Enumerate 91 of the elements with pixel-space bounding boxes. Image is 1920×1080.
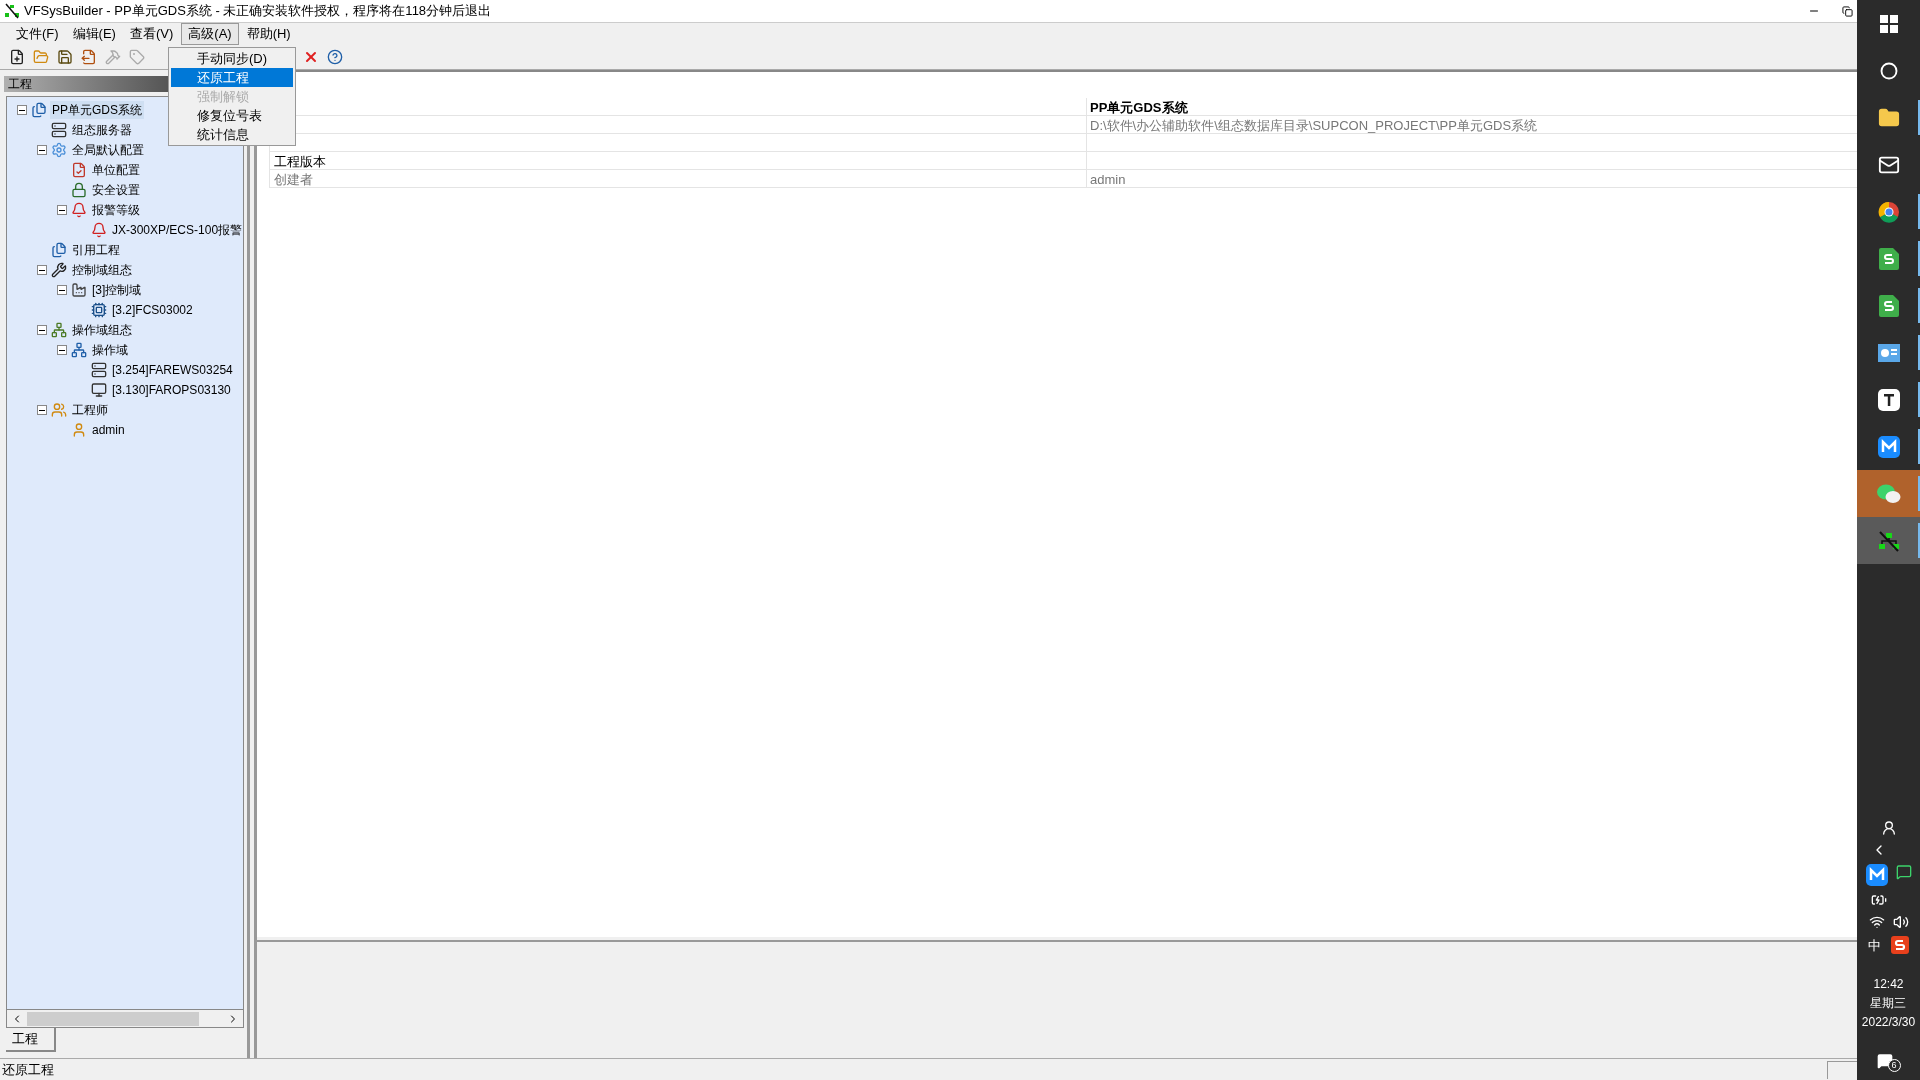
tree-item[interactable]: PP单元GDS系统 bbox=[50, 101, 144, 119]
restore-icon bbox=[1841, 5, 1853, 17]
volume-icon[interactable] bbox=[1892, 913, 1909, 930]
property-value: D:\软件\办公辅助软件\组态数据库目录\SUPCON_PROJECT\PP单元GDS系统 bbox=[1089, 117, 1538, 133]
chip-icon bbox=[91, 302, 107, 318]
ime-indicator[interactable]: 中 bbox=[1868, 935, 1881, 955]
new-file-icon bbox=[9, 48, 25, 65]
expand-toggle[interactable] bbox=[37, 325, 47, 335]
bell-icon bbox=[71, 202, 87, 218]
horizontal-scrollbar[interactable] bbox=[6, 1010, 244, 1028]
tree-item[interactable]: 操作域组态 bbox=[70, 321, 134, 339]
dropdown-item[interactable]: 统计信息 bbox=[171, 125, 293, 144]
tree-item[interactable]: admin bbox=[90, 421, 127, 439]
expand-toggle[interactable] bbox=[37, 145, 47, 155]
user-icon bbox=[71, 422, 87, 438]
hammer-icon bbox=[105, 48, 121, 65]
dropdown-item[interactable]: 修复位号表 bbox=[171, 106, 293, 125]
people-icon[interactable] bbox=[1880, 819, 1897, 836]
taskbar-app[interactable] bbox=[1857, 517, 1920, 564]
menu-item[interactable]: 编辑(E) bbox=[66, 22, 122, 45]
monitor-icon bbox=[91, 382, 107, 398]
expand-toggle[interactable] bbox=[17, 105, 27, 115]
notification-button[interactable]: 6 bbox=[1876, 1050, 1901, 1072]
property-value: PP单元GDS系统 bbox=[1089, 99, 1188, 115]
m-letter-icon bbox=[1877, 435, 1900, 458]
tree-item[interactable]: 工程师 bbox=[70, 401, 110, 419]
circle-icon bbox=[1879, 61, 1898, 80]
expand-toggle[interactable] bbox=[37, 405, 47, 415]
menu-item[interactable]: 高级(A) bbox=[181, 22, 239, 45]
m-letter-icon bbox=[1865, 863, 1888, 886]
menu-item[interactable]: 文件(F) bbox=[10, 22, 65, 45]
round-browser-icon bbox=[1877, 200, 1900, 223]
bell-icon bbox=[91, 222, 107, 238]
lock-icon bbox=[71, 182, 87, 198]
server-icon bbox=[91, 362, 107, 378]
network-icon bbox=[51, 322, 67, 338]
property-name: 工程版本 bbox=[274, 153, 326, 169]
network-icon bbox=[71, 342, 87, 358]
clock-date[interactable]: 2022/3/30 bbox=[1861, 1013, 1916, 1032]
export-icon bbox=[81, 48, 97, 65]
sheet-app-icon bbox=[1878, 294, 1899, 317]
tree-item[interactable]: 安全设置 bbox=[90, 181, 142, 199]
gear-icon bbox=[51, 142, 67, 158]
open-folder-icon bbox=[33, 48, 49, 65]
tree-item[interactable]: 报警等级 bbox=[90, 201, 142, 219]
app-logo-icon bbox=[4, 3, 20, 19]
property-name: 创建者 bbox=[274, 171, 313, 187]
tree-item[interactable]: 全局默认配置 bbox=[70, 141, 146, 159]
menu-item[interactable]: 帮助(H) bbox=[240, 22, 297, 45]
tree-item[interactable]: 组态服务器 bbox=[70, 121, 134, 139]
folder-icon bbox=[1877, 106, 1900, 129]
checked-sheet-icon bbox=[71, 162, 87, 178]
tree-item[interactable]: 控制域组态 bbox=[70, 261, 134, 279]
factory-icon bbox=[71, 282, 87, 298]
expand-toggle[interactable] bbox=[57, 205, 67, 215]
tree-item[interactable]: JX-300XP/ECS-100报警 bbox=[110, 221, 243, 239]
network-tree-icon bbox=[1876, 529, 1901, 552]
chat-bubbles-icon bbox=[1876, 483, 1901, 504]
save-icon bbox=[57, 48, 73, 65]
menu-item[interactable]: 查看(V) bbox=[123, 22, 180, 45]
tree-item[interactable]: [3.2]FCS03002 bbox=[110, 301, 195, 319]
expand-toggle[interactable] bbox=[57, 285, 67, 295]
help-icon bbox=[327, 48, 343, 65]
expand-toggle[interactable] bbox=[37, 265, 47, 275]
files-icon bbox=[51, 242, 67, 258]
panel-tab[interactable]: 工程 bbox=[6, 1028, 56, 1052]
tree-item[interactable]: 单位配置 bbox=[90, 161, 142, 179]
status-text: 还原工程 bbox=[1, 1060, 55, 1079]
tag-icon bbox=[129, 48, 145, 65]
sheet-app-icon bbox=[1878, 247, 1899, 270]
dropdown-item[interactable]: 手动同步(D) bbox=[171, 49, 293, 68]
chart-board-icon bbox=[1877, 343, 1900, 362]
expand-toggle[interactable] bbox=[57, 345, 67, 355]
dropdown-item[interactable]: 还原工程 bbox=[171, 68, 293, 87]
tree-item[interactable]: [3.130]FAROPS03130 bbox=[110, 381, 233, 399]
letter-tile-icon bbox=[1877, 388, 1900, 411]
chat-icon[interactable] bbox=[1895, 863, 1912, 880]
clock-weekday[interactable]: 星期三 bbox=[1870, 994, 1907, 1013]
files-icon bbox=[31, 102, 47, 118]
tree-item[interactable]: [3]控制域 bbox=[90, 281, 144, 299]
server-icon bbox=[51, 122, 67, 138]
tree-item[interactable]: 操作域 bbox=[90, 341, 130, 359]
window-title: VFSysBuilder - PP单元GDS系统 - 未正确安装软件授权，程序将在118分钟后退出 bbox=[24, 2, 492, 21]
tree-item[interactable]: 引用工程 bbox=[70, 241, 122, 259]
clock-time[interactable]: 12:42 bbox=[1873, 975, 1904, 994]
windows-logo-icon bbox=[1879, 14, 1898, 33]
wrench-icon bbox=[51, 262, 67, 278]
users-icon bbox=[51, 402, 67, 418]
property-value: admin bbox=[1089, 171, 1126, 187]
input-method-icon[interactable] bbox=[1891, 936, 1909, 955]
tree-item[interactable]: [3.254]FAREWS03254 bbox=[110, 361, 235, 379]
